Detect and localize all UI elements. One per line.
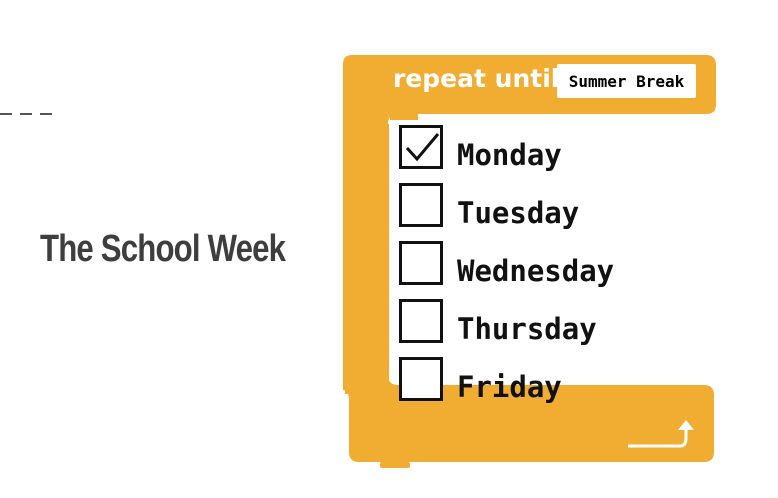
day-row-thursday[interactable]: Thursday [399,296,597,346]
checkbox-unchecked[interactable] [399,183,443,227]
condition-input[interactable]: Summer Break [557,64,696,98]
day-label: Wednesday [457,254,615,288]
day-row-friday[interactable]: Friday [399,354,562,404]
day-label: Friday [457,370,562,404]
day-row-tuesday[interactable]: Tuesday [399,180,579,230]
day-label: Monday [457,138,562,172]
checkmark-icon [405,133,440,162]
checkbox-unchecked[interactable] [399,241,443,285]
checkbox-checked[interactable] [399,125,443,169]
checkbox-unchecked[interactable] [399,299,443,343]
checkbox-unchecked[interactable] [399,357,443,401]
repeat-until-label: repeat until [393,64,560,93]
loop-arrow-icon [628,420,694,448]
day-row-monday[interactable]: Monday [399,122,562,172]
day-label: Tuesday [457,196,580,230]
day-label: Thursday [457,312,597,346]
day-row-wednesday[interactable]: Wednesday [399,238,614,288]
